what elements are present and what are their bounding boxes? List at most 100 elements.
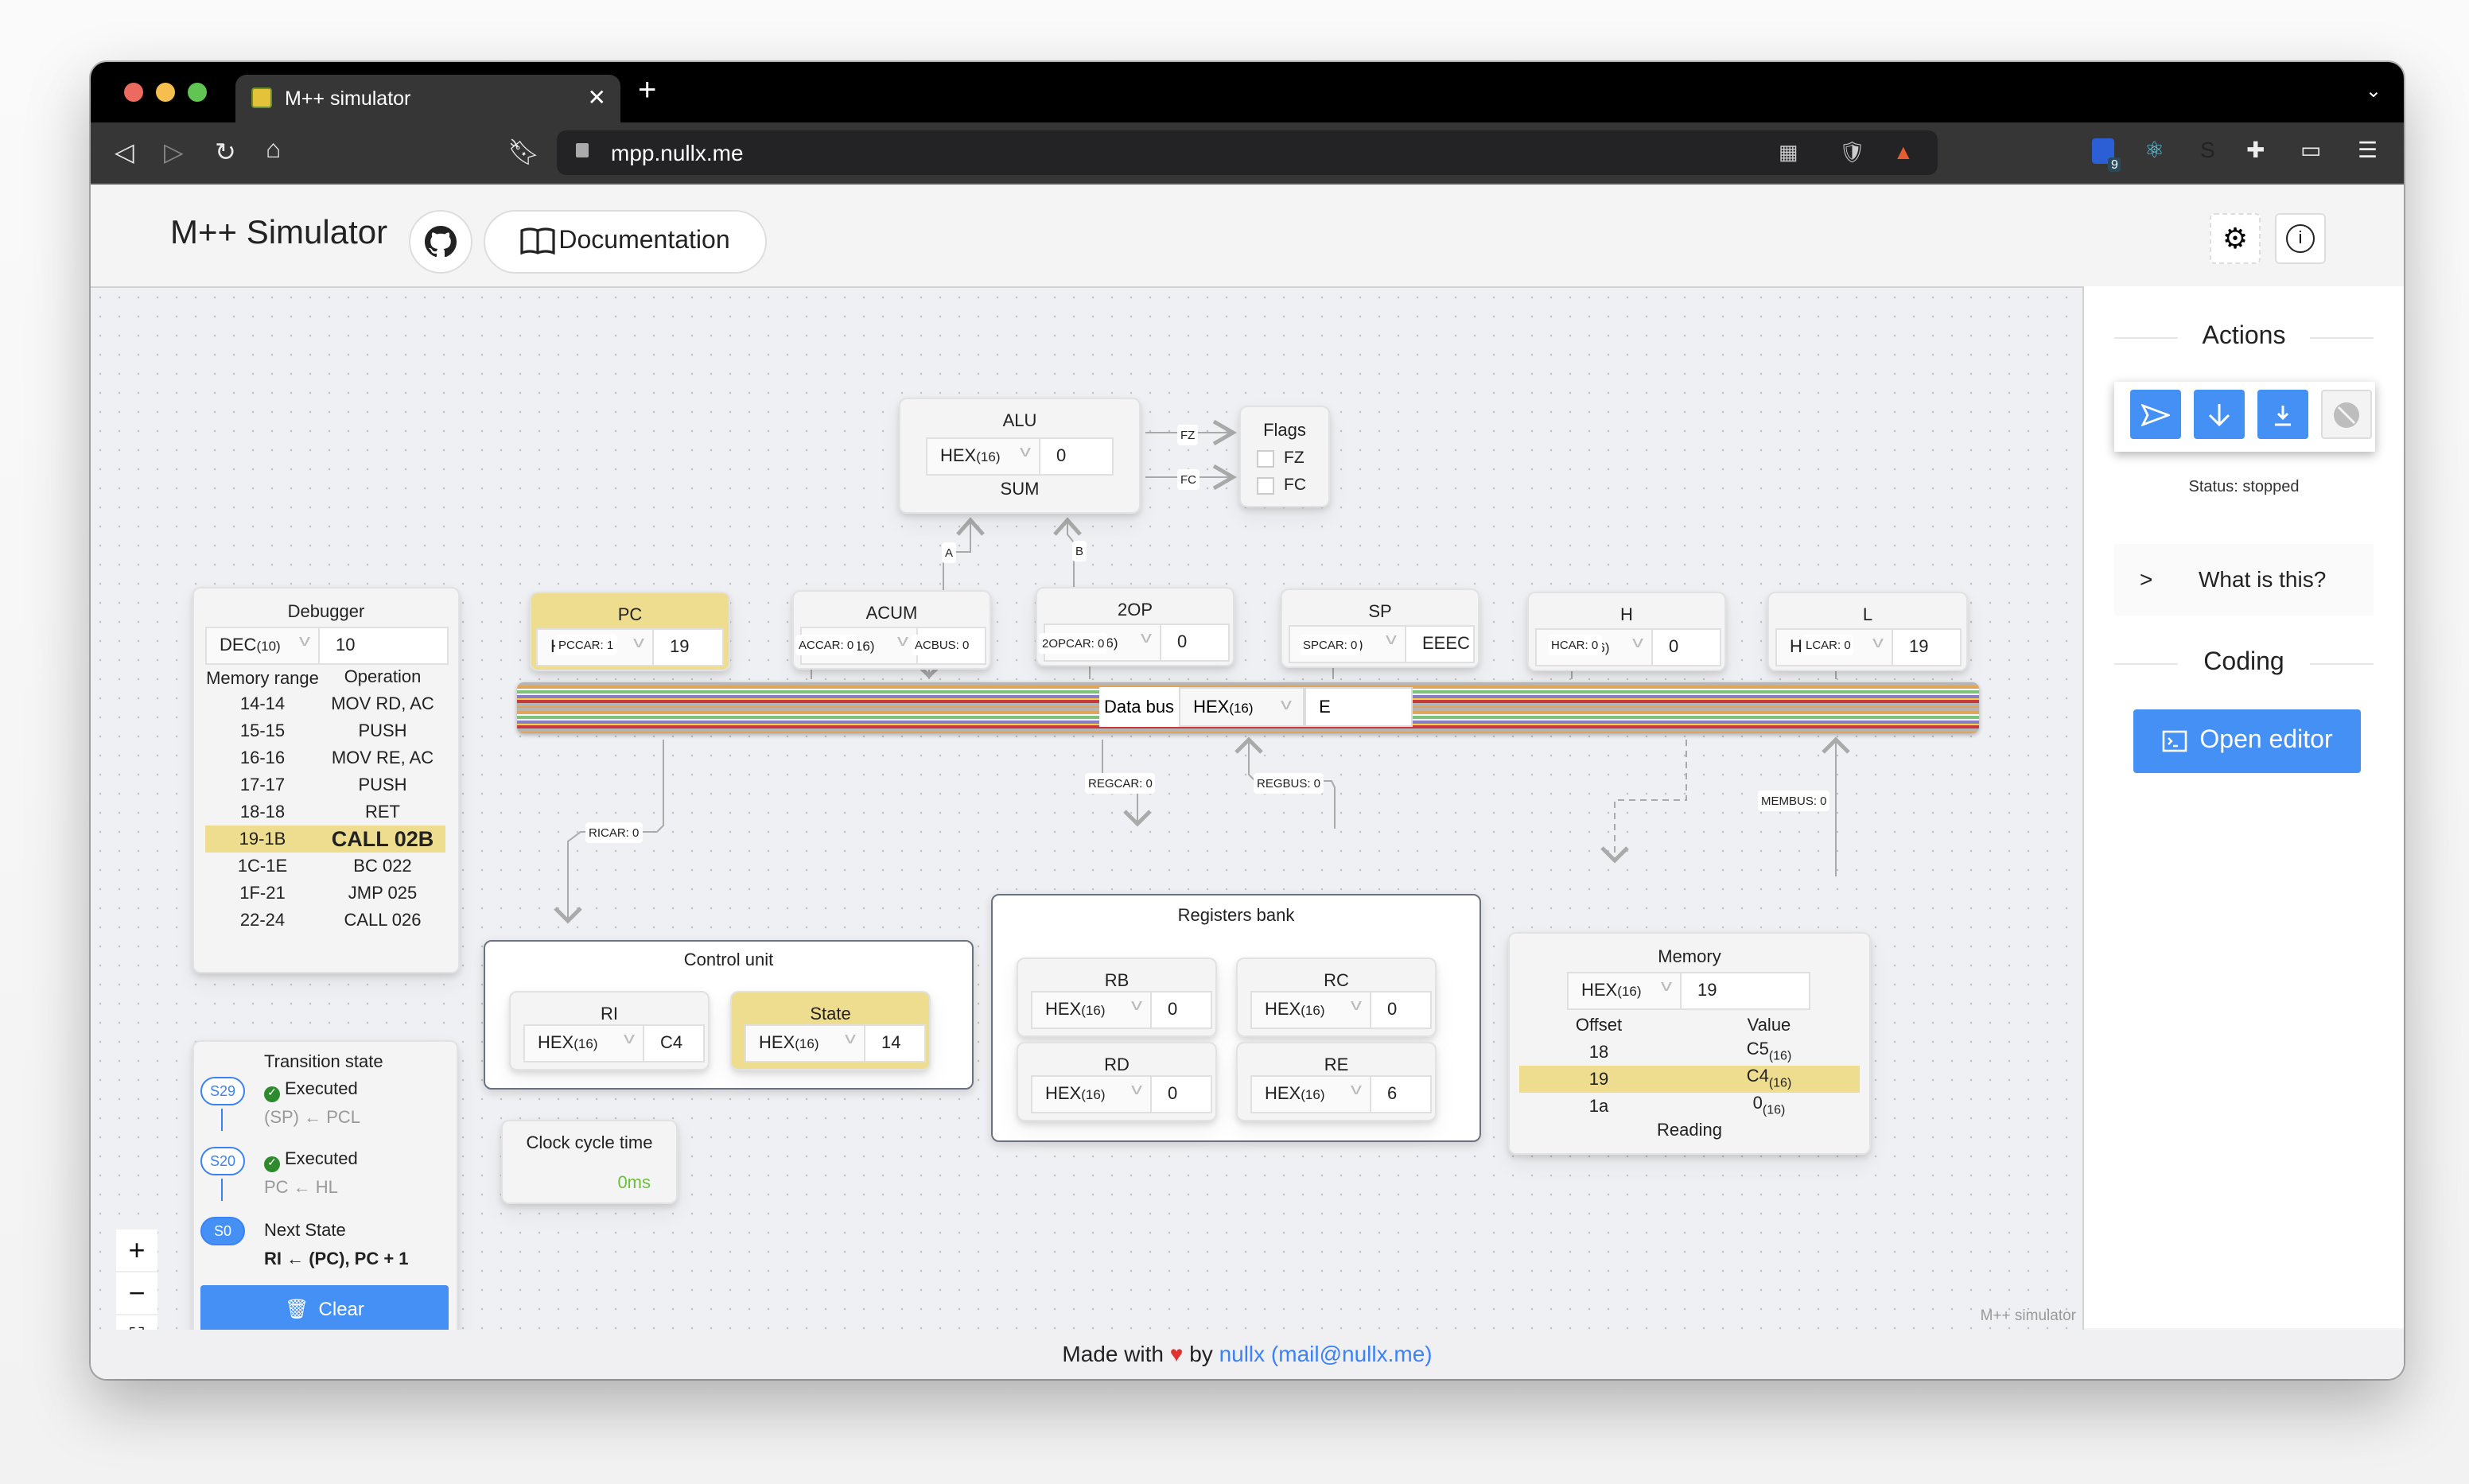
close-window-button[interactable] — [124, 83, 143, 102]
zoom-out-button[interactable]: − — [116, 1272, 157, 1315]
alu-base-select[interactable]: HEX (16) v — [927, 439, 1040, 474]
clear-button[interactable]: 🗑︎ Clear — [200, 1285, 449, 1333]
rb-register[interactable]: RB HEX (16) v 0 — [1017, 958, 1217, 1037]
info-button[interactable]: i — [2275, 213, 2326, 264]
menu-icon[interactable]: ☰ — [2358, 137, 2378, 164]
brave-rewards-icon[interactable]: ▲ — [1893, 140, 1914, 164]
sp-register[interactable]: SP HEX(16)v EEEC — [1281, 589, 1479, 668]
l-register[interactable]: L HEX(16)v 19 — [1767, 592, 1968, 671]
2op-value[interactable]: 0 — [1161, 625, 1228, 660]
debugger-row[interactable]: 17-17 PUSH — [205, 771, 445, 798]
react-devtools-icon[interactable]: ⚛ — [2144, 137, 2164, 164]
2op-register[interactable]: 2OP HEX(16)v 0 — [1036, 587, 1234, 666]
col-operation: Operation — [344, 668, 422, 687]
checkbox-fz[interactable] — [1257, 449, 1274, 467]
ri-field[interactable]: HEX (16) v C4 — [523, 1024, 705, 1062]
tab-list-chevron-icon[interactable]: ⌄ — [2366, 80, 2382, 102]
control-unit-title: Control unit — [683, 951, 774, 970]
rc-register[interactable]: RC HEX (16) v 0 — [1236, 958, 1437, 1037]
brave-shield-icon[interactable]: 🛡︎ — [1839, 140, 1865, 165]
rb-field[interactable]: HEX (16) v 0 — [1031, 991, 1212, 1029]
pc-value[interactable]: 19 — [654, 630, 722, 665]
run-button[interactable] — [2130, 390, 2181, 439]
memory-base-select[interactable]: HEX (16) v — [1569, 973, 1682, 1008]
forward-icon[interactable]: ▷ — [164, 137, 184, 169]
rd-field[interactable]: HEX (16) v 0 — [1031, 1075, 1212, 1113]
debugger-row[interactable]: 1C-1E BC 022 — [205, 853, 445, 880]
ri-register[interactable]: RI HEX (16) v C4 — [509, 991, 710, 1070]
data-bus-field[interactable]: Data bus HEX (16) v E — [1099, 687, 1413, 727]
flag-fz[interactable]: FZ — [1257, 449, 1304, 468]
rc-base-select[interactable]: HEX (16) v — [1252, 993, 1371, 1028]
zoom-in-button[interactable]: + — [116, 1230, 157, 1272]
h-value[interactable]: 0 — [1653, 630, 1720, 665]
rb-base-select[interactable]: HEX (16) v — [1032, 993, 1152, 1028]
debugger-row[interactable]: 18-18 RET — [205, 798, 445, 826]
l-value[interactable]: 19 — [1893, 630, 1960, 665]
re-register[interactable]: RE HEX (16) v 6 — [1236, 1042, 1437, 1121]
checkbox-fc[interactable] — [1257, 476, 1274, 494]
debugger-row[interactable]: 16-16 MOV RE, AC — [205, 744, 445, 771]
acum-register[interactable]: ACUM HEX(16)v 0 — [792, 590, 991, 670]
rc-field[interactable]: HEX (16) v 0 — [1250, 991, 1432, 1029]
stop-button[interactable] — [2321, 390, 2372, 439]
alu-node[interactable]: ALU HEX (16) v 0 SUM — [899, 398, 1141, 514]
github-button[interactable] — [409, 210, 472, 274]
debugger-base-select[interactable]: DEC (10) v — [207, 628, 320, 663]
ri-base-select[interactable]: HEX (16) v — [525, 1026, 644, 1061]
debugger-value[interactable]: 10 — [320, 628, 447, 663]
browser-tab[interactable]: M++ simulator ✕ — [235, 75, 620, 122]
re-base-select[interactable]: HEX (16) v — [1252, 1077, 1371, 1112]
bookmark-icon[interactable]: 🔖︎ — [507, 137, 540, 169]
rc-value[interactable]: 0 — [1371, 993, 1430, 1028]
rb-value[interactable]: 0 — [1152, 993, 1211, 1028]
simulator-canvas[interactable]: ALU HEX (16) v 0 SUM FZ FC A B Flags FZ FC… — [91, 286, 2084, 1358]
state-field[interactable]: HEX (16) v 14 — [745, 1024, 926, 1062]
debugger-row[interactable]: 1F-21 JMP 025 — [205, 880, 445, 907]
data-bus-base-select[interactable]: HEX (16) v — [1179, 687, 1305, 727]
data-bus-value[interactable]: E — [1304, 687, 1413, 727]
author-link[interactable]: nullx (mail@nullx.me) — [1219, 1341, 1433, 1366]
microstep-button[interactable] — [2257, 390, 2308, 439]
script-extension-icon[interactable]: S — [2200, 137, 2215, 162]
rd-base-select[interactable]: HEX (16) v — [1032, 1077, 1152, 1112]
debugger-row-current[interactable]: 19-1B CALL 02B — [205, 826, 445, 853]
alu-value[interactable]: 0 — [1040, 439, 1112, 474]
reload-icon[interactable]: ↻ — [215, 137, 236, 169]
ri-value[interactable]: C4 — [644, 1026, 703, 1061]
qr-icon[interactable]: ▦ — [1779, 140, 1798, 165]
settings-button[interactable]: ⚙ — [2210, 213, 2261, 264]
minimize-window-button[interactable] — [156, 83, 175, 102]
sp-value[interactable]: EEEC — [1406, 627, 1473, 662]
close-tab-icon[interactable]: ✕ — [588, 84, 606, 111]
address-bar[interactable]: mpp.nullx.me ▦ 🛡︎ ▲ — [557, 130, 1938, 175]
alu-field[interactable]: HEX (16) v 0 — [926, 437, 1114, 476]
state-base-select[interactable]: HEX (16) v — [746, 1026, 865, 1061]
home-icon[interactable]: ⌂ — [266, 137, 281, 165]
debugger-field[interactable]: DEC (10) v 10 — [205, 627, 449, 665]
maximize-window-button[interactable] — [188, 83, 207, 102]
re-value[interactable]: 6 — [1371, 1077, 1430, 1112]
state-value[interactable]: 14 — [865, 1026, 924, 1061]
rd-register[interactable]: RD HEX (16) v 0 — [1017, 1042, 1217, 1121]
debugger-row[interactable]: 14-14 MOV RD, AC — [205, 690, 445, 717]
new-tab-button[interactable]: + — [638, 75, 656, 107]
documentation-button[interactable]: Documentation — [484, 210, 767, 274]
rd-value[interactable]: 0 — [1152, 1077, 1211, 1112]
debugger-row[interactable]: 15-15 PUSH — [205, 717, 445, 744]
re-field[interactable]: HEX (16) v 6 — [1250, 1075, 1432, 1113]
h-register[interactable]: H HEX(16)v 0 — [1527, 592, 1726, 671]
what-is-this-collapse[interactable]: > What is this? — [2114, 544, 2374, 616]
memory-field[interactable]: HEX (16) v 19 — [1567, 972, 1810, 1010]
next-state-op: RI ← (PC), PC + 1 — [264, 1250, 409, 1269]
debugger-row[interactable]: 22-24 CALL 026 — [205, 907, 445, 934]
step-button[interactable] — [2194, 390, 2245, 439]
wallet-icon[interactable]: ▭ — [2300, 137, 2321, 164]
flag-fc[interactable]: FC — [1257, 476, 1306, 495]
open-editor-button[interactable]: Open editor — [2133, 709, 2361, 773]
state-register[interactable]: State HEX (16) v 14 — [730, 991, 931, 1070]
pc-register[interactable]: PC HEX(16)v 19 — [530, 592, 730, 671]
memory-value[interactable]: 19 — [1682, 973, 1809, 1008]
extensions-puzzle-icon[interactable]: ✚ — [2246, 137, 2265, 164]
back-icon[interactable]: ◁ — [115, 137, 134, 169]
